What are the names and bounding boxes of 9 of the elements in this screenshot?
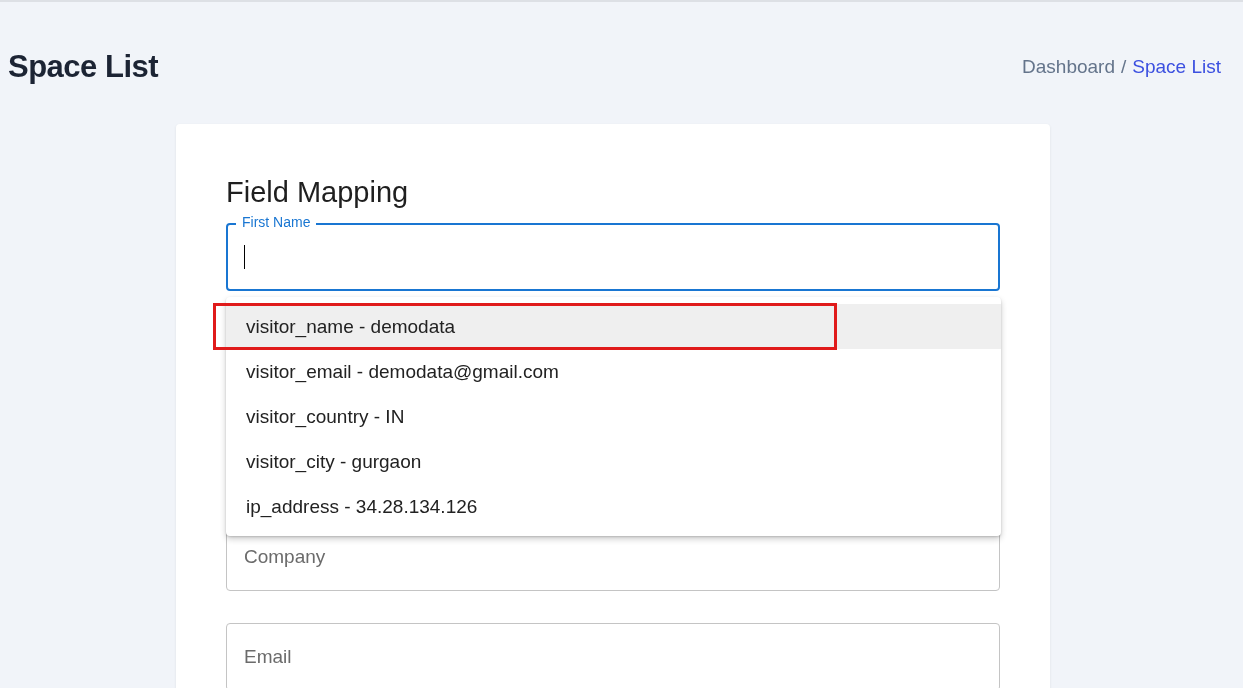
page-title: Space List bbox=[8, 49, 159, 85]
breadcrumb-link[interactable]: Space List bbox=[1132, 56, 1221, 78]
dropdown-option[interactable]: visitor_email - demodata@gmail.com bbox=[226, 349, 1001, 394]
input-field[interactable]: Email bbox=[226, 623, 1000, 688]
breadcrumb-link[interactable]: Dashboard bbox=[1022, 56, 1115, 78]
dropdown-option[interactable]: visitor_country - IN bbox=[226, 394, 1001, 439]
card-title: Field Mapping bbox=[226, 176, 410, 209]
breadcrumb-separator: / bbox=[1121, 56, 1127, 78]
dropdown-option[interactable]: visitor_city - gurgaon bbox=[226, 439, 1001, 484]
